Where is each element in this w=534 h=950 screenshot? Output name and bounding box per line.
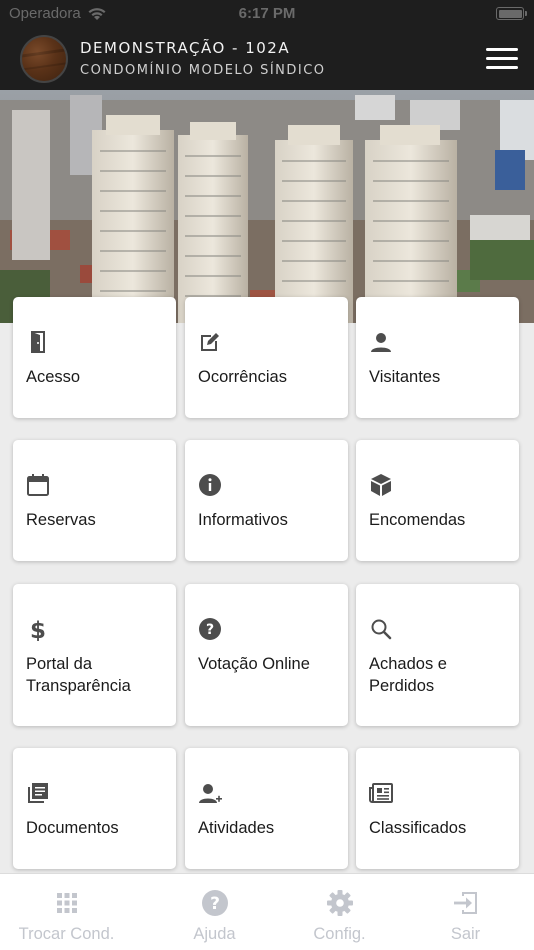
tile-label: Encomendas — [369, 511, 466, 529]
tile-label: Achados e Perdidos — [369, 655, 447, 695]
nav-trocar-condominio[interactable]: Trocar Cond. — [0, 874, 133, 950]
unit-title: DEMONSTRAÇÃO - 102A — [80, 39, 291, 57]
nav-label: Sair — [450, 925, 481, 943]
svg-text:?: ? — [210, 894, 220, 914]
tile-encomendas[interactable]: Encomendas — [356, 440, 519, 561]
dollar-icon: $ — [30, 618, 46, 641]
battery-icon — [496, 7, 527, 20]
menu-line-icon — [486, 57, 518, 60]
tile-acesso[interactable]: Acesso — [13, 297, 176, 418]
tile-label: Acesso — [26, 368, 81, 386]
tile-label: Visitantes — [369, 368, 441, 386]
status-bar: Operadora 6:17 PM — [0, 0, 534, 28]
info-icon — [199, 474, 221, 496]
tile-label: Ocorrências — [198, 368, 287, 386]
person-add-icon — [199, 784, 222, 803]
tile-label: Classificados — [369, 819, 467, 837]
condominium-banner-image — [0, 90, 534, 323]
nav-ajuda[interactable]: ? Ajuda — [148, 874, 281, 950]
menu-line-icon — [486, 66, 518, 69]
logout-icon — [453, 892, 477, 914]
tile-label: Reservas — [26, 511, 96, 529]
tile-reservas[interactable]: Reservas — [13, 440, 176, 561]
nav-config[interactable]: Config. — [273, 874, 406, 950]
status-time: 6:17 PM — [238, 5, 296, 22]
person-icon — [371, 333, 391, 352]
menu-line-icon — [486, 48, 518, 51]
tile-label: Portal da Transparência — [26, 655, 131, 695]
edit-note-icon — [201, 333, 219, 351]
calendar-icon — [27, 474, 49, 496]
grid-apps-icon — [56, 893, 77, 913]
documents-icon — [28, 783, 48, 803]
package-box-icon — [371, 474, 391, 496]
nav-label: Trocar Cond. — [18, 925, 115, 943]
nav-label: Ajuda — [193, 925, 236, 943]
nav-label: Config. — [313, 925, 366, 943]
hamburger-menu-button[interactable] — [486, 48, 518, 70]
tile-ocorrencias[interactable]: Ocorrências — [185, 297, 348, 418]
condominium-subtitle: CONDOMÍNIO MODELO SÍNDICO — [80, 63, 326, 78]
gear-icon — [326, 890, 353, 916]
help-circle-icon: ? — [201, 890, 228, 916]
tile-label: Documentos — [26, 819, 119, 837]
tile-informativos[interactable]: Informativos — [185, 440, 348, 561]
app-header: DEMONSTRAÇÃO - 102A CONDOMÍNIO MODELO SÍ… — [0, 28, 534, 90]
tile-label: Atividades — [198, 819, 275, 837]
door-icon — [31, 331, 45, 353]
tile-votacao-online[interactable]: ? Votação Online — [185, 584, 348, 726]
search-icon — [371, 619, 392, 640]
svg-text:$: $ — [30, 618, 46, 641]
tile-visitantes[interactable]: Visitantes — [356, 297, 519, 418]
tile-classificados[interactable]: Classificados — [356, 748, 519, 869]
help-question-icon: ? — [199, 618, 221, 640]
tile-documentos[interactable]: Documentos — [13, 748, 176, 869]
newspaper-icon — [369, 783, 393, 803]
tile-label: Votação Online — [198, 655, 310, 673]
banner-buildings-illustration — [0, 90, 534, 323]
nav-sair[interactable]: Sair — [399, 874, 532, 950]
tile-label: Informativos — [198, 511, 288, 529]
bottom-navigation: Trocar Cond. ? Ajuda Config. Sair — [0, 873, 534, 950]
condominium-avatar[interactable] — [20, 35, 68, 83]
svg-text:?: ? — [206, 622, 214, 638]
tile-atividades[interactable]: Atividades — [185, 748, 348, 869]
tile-portal-transparencia[interactable]: $ Portal da Transparência — [13, 584, 176, 726]
tile-achados-perdidos[interactable]: Achados e Perdidos — [356, 584, 519, 726]
